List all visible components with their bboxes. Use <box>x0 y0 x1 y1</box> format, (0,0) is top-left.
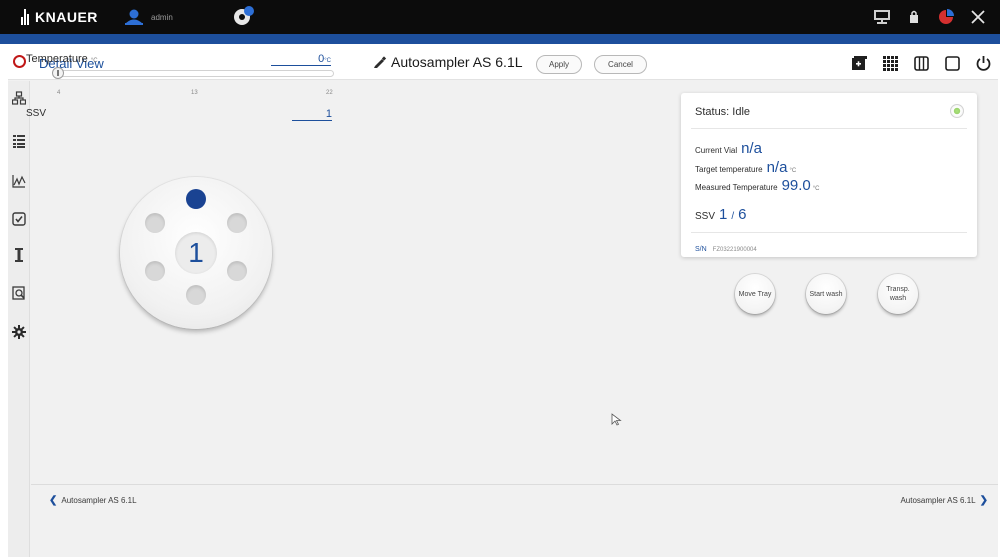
window-icon <box>944 55 960 71</box>
valve-port-4[interactable] <box>186 285 206 305</box>
ssv-current: 1 <box>719 206 728 223</box>
slider-min-label: 4 <box>57 90 61 96</box>
search-report-icon <box>12 286 25 300</box>
measured-temperature-value: 99.0 <box>781 177 811 194</box>
close-button[interactable] <box>968 7 988 27</box>
next-device-link[interactable]: Autosampler AS 6.1L ❯ <box>900 495 992 506</box>
ssv-position-row: SSV 1 / 6 <box>695 206 747 223</box>
valve-port-1[interactable] <box>186 189 206 209</box>
grid-view-button[interactable] <box>881 54 899 72</box>
power-icon <box>976 56 990 71</box>
columns-icon <box>913 55 929 71</box>
card-divider-2 <box>691 232 967 233</box>
sidebar-item-column[interactable] <box>10 246 28 264</box>
chart-icon <box>12 175 26 188</box>
column-icon <box>15 248 23 262</box>
dashboard-icon <box>939 9 954 24</box>
lock-button[interactable] <box>904 7 924 27</box>
single-window-button[interactable] <box>943 54 961 72</box>
status-card: Status: Idle Current Vial n/a Target tem… <box>681 93 977 257</box>
chevron-left-icon: ❮ <box>49 495 58 506</box>
valve-port-2[interactable] <box>227 213 247 233</box>
status-text: Status: Idle <box>695 106 751 118</box>
target-temperature-row: Target temperature n/a °C <box>695 159 797 176</box>
transport-wash-button[interactable]: Transp. wash <box>878 274 918 314</box>
user-name: admin <box>151 12 173 22</box>
temperature-input[interactable]: 0°C <box>271 53 331 66</box>
logo-bars-icon <box>21 9 31 25</box>
temperature-label: Temperature °C <box>26 53 98 65</box>
detail-view-icon <box>13 55 26 68</box>
knauer-logo: KNAUER <box>21 6 98 28</box>
current-vial-value: n/a <box>741 140 762 157</box>
valve-position: 1 <box>175 232 217 274</box>
network-button[interactable] <box>872 7 892 27</box>
cloud-button[interactable] <box>232 5 256 32</box>
network-icon <box>874 10 890 24</box>
mouse-cursor-icon <box>611 413 622 426</box>
settings-icon <box>12 325 26 339</box>
sidebar-item-methods[interactable] <box>10 132 28 150</box>
ssv-valve[interactable]: 1 <box>120 177 272 329</box>
chevron-right-icon: ❯ <box>979 495 988 506</box>
top-accent-strip <box>0 34 1000 44</box>
sidebar-item-report[interactable] <box>10 284 28 302</box>
sidebar-item-devices[interactable] <box>10 89 28 107</box>
move-tray-button[interactable]: Move Tray <box>735 274 775 314</box>
sidebar-item-checklist[interactable] <box>10 210 28 228</box>
start-wash-button[interactable]: Start wash <box>806 274 846 314</box>
card-divider <box>691 128 967 129</box>
cloud-icon <box>234 6 254 25</box>
device-title: Autosampler AS 6.1L <box>373 54 523 70</box>
previous-device-link[interactable]: ❮ Autosampler AS 6.1L <box>45 495 137 506</box>
lock-icon <box>910 10 918 23</box>
temperature-unit: °C <box>90 58 98 64</box>
top-bar: KNAUER admin <box>0 0 1000 34</box>
valve-port-5[interactable] <box>145 261 165 281</box>
power-button[interactable] <box>974 54 992 72</box>
measured-temperature-row: Measured Temperature 99.0 °C <box>695 177 820 194</box>
user-icon <box>125 9 143 25</box>
logo-text: KNAUER <box>35 9 98 25</box>
close-icon <box>971 10 985 24</box>
user-menu[interactable]: admin <box>124 9 173 25</box>
apply-button[interactable]: Apply <box>536 55 582 74</box>
serial-number: S/N FZ03221900004 <box>695 246 757 253</box>
serial-number-value: FZ03221900004 <box>712 247 757 253</box>
slider-max-label: 22 <box>326 90 333 96</box>
columns-button[interactable] <box>912 54 930 72</box>
sidebar-item-settings[interactable] <box>10 323 28 341</box>
devices-icon <box>12 91 26 105</box>
add-window-icon <box>851 56 867 70</box>
ssv-input[interactable]: 1 <box>292 108 332 121</box>
add-window-button[interactable] <box>850 54 868 72</box>
cancel-button[interactable]: Cancel <box>594 55 647 74</box>
sidebar-item-chromatogram[interactable] <box>10 172 28 190</box>
ssv-total: 6 <box>738 206 747 223</box>
current-vial-row: Current Vial n/a <box>695 140 762 157</box>
ssv-label: SSV <box>26 108 47 119</box>
sidebar <box>8 81 30 557</box>
bottom-navigation: ❮ Autosampler AS 6.1L Autosampler AS 6.1… <box>31 484 998 513</box>
checklist-icon <box>12 212 26 226</box>
valve-port-3[interactable] <box>227 261 247 281</box>
valve-port-6[interactable] <box>145 213 165 233</box>
grid-view-icon <box>882 55 898 71</box>
temperature-slider-handle[interactable] <box>52 67 64 79</box>
device-name: Autosampler AS 6.1L <box>391 54 523 70</box>
edit-icon[interactable] <box>373 55 387 69</box>
status-led-icon <box>950 104 964 118</box>
target-temperature-value: n/a <box>766 159 788 176</box>
slider-mid-label: 13 <box>191 90 198 96</box>
temperature-slider-track[interactable] <box>58 70 334 77</box>
method-list-icon <box>13 135 25 148</box>
dashboard-button[interactable] <box>936 7 956 27</box>
